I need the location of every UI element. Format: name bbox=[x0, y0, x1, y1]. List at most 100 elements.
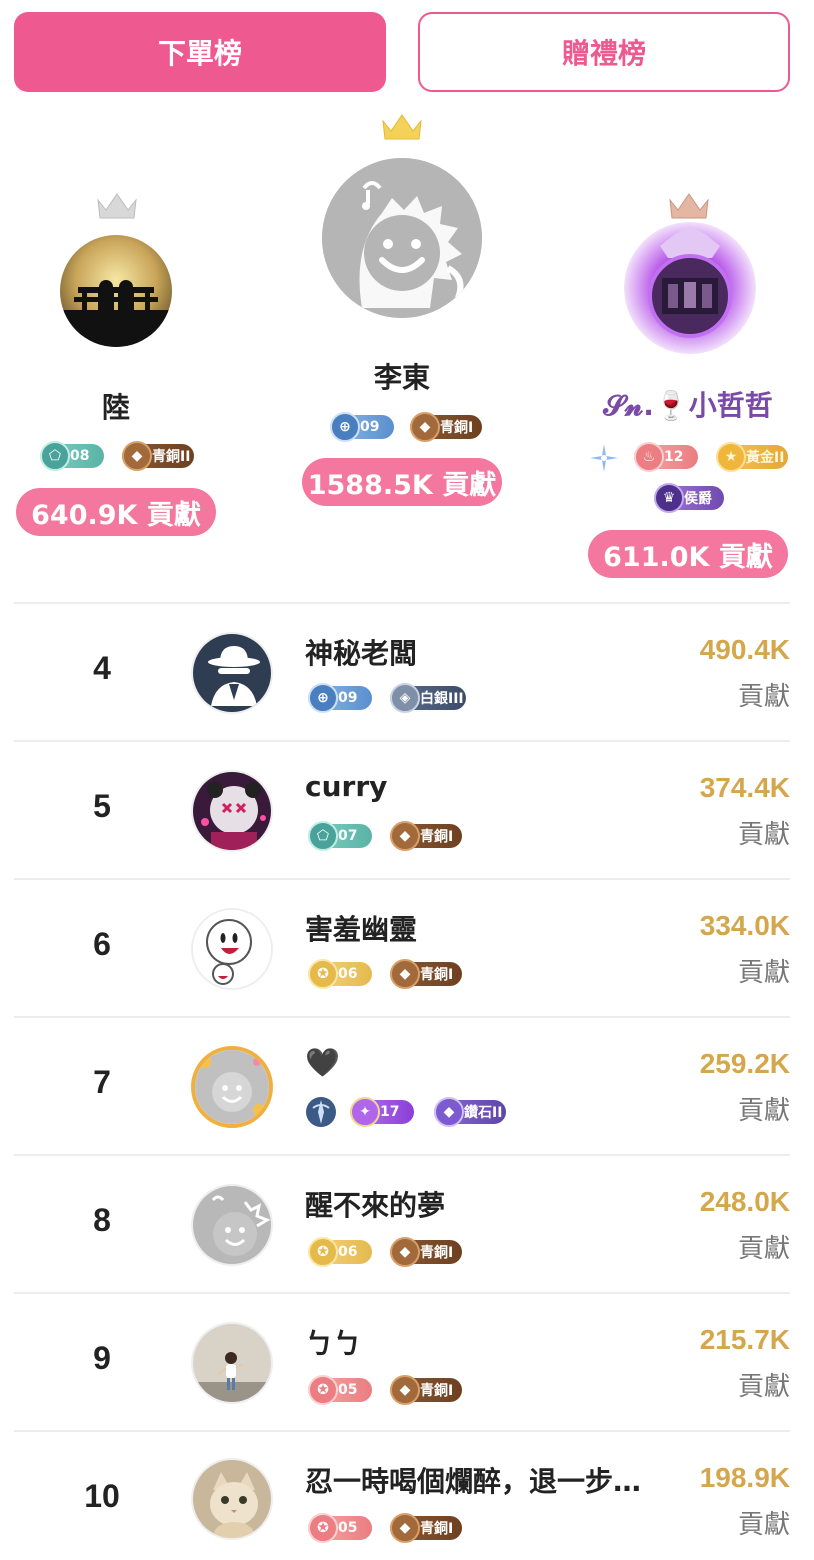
gold-crown-icon bbox=[382, 114, 422, 140]
rank-badge: ◈ 白銀III bbox=[390, 683, 466, 713]
compass-icon bbox=[306, 1097, 336, 1127]
globe-icon: ⊕ bbox=[330, 412, 360, 442]
avatar[interactable] bbox=[191, 1184, 273, 1266]
avatar[interactable] bbox=[191, 770, 273, 852]
user-name: 神秘老闆 bbox=[305, 637, 418, 670]
bronze-medal-icon: ◆ bbox=[390, 1375, 420, 1405]
level-badge: ⊕ 09 bbox=[330, 412, 394, 442]
rank-number: 10 bbox=[84, 1478, 120, 1514]
rank-number: 9 bbox=[93, 1340, 111, 1376]
rank-badge: ◆ 青銅I bbox=[390, 1513, 462, 1543]
bronze-medal-icon: ◆ bbox=[410, 412, 440, 442]
bronze-medal-icon: ◆ bbox=[390, 821, 420, 851]
contribution-unit: 貢獻 bbox=[737, 958, 790, 988]
bronze-medal-icon: ◆ bbox=[390, 959, 420, 989]
list-item[interactable]: 4 神秘老闆 ⊕ 09 ◈ 白銀III 490.4K 貢獻 bbox=[0, 604, 814, 742]
user-name: 醒不來的夢 bbox=[305, 1189, 446, 1222]
pentagon-icon: ⬠ bbox=[308, 821, 338, 851]
level-badge: ⬠ 08 bbox=[40, 441, 104, 471]
contribution-unit: 貢獻 bbox=[737, 1372, 790, 1402]
avatar[interactable] bbox=[620, 216, 760, 356]
rank-number: 8 bbox=[93, 1202, 111, 1238]
rank-number: 4 bbox=[93, 650, 111, 686]
level-badge: ✦ 17 bbox=[350, 1097, 414, 1127]
contribution-unit: 貢獻 bbox=[737, 1510, 790, 1540]
level-badge: ♨ 12 bbox=[634, 442, 698, 472]
avatar[interactable] bbox=[191, 908, 273, 990]
rank-badge: ◆ 鑽石II bbox=[434, 1097, 506, 1127]
avatar-with-frame[interactable] bbox=[191, 1046, 273, 1128]
user-name: 忍一時喝個爛醉，退一步… bbox=[305, 1465, 642, 1498]
avatar[interactable] bbox=[322, 158, 482, 318]
level-badge: ✪ 05 bbox=[308, 1375, 372, 1405]
list-item[interactable]: 6 害羞幽靈 ✪ 06 ◆ 青銅I 334.0K 貢獻 bbox=[0, 880, 814, 1018]
bronze-medal-icon: ◆ bbox=[390, 1237, 420, 1267]
avatar[interactable] bbox=[191, 1322, 273, 1404]
user-name: ㄅㄅ bbox=[305, 1327, 362, 1360]
silver-medal-icon: ◈ bbox=[390, 683, 420, 713]
contribution-score: 259.2K bbox=[699, 1048, 790, 1079]
avatar[interactable] bbox=[191, 1458, 273, 1540]
tab-order-board[interactable]: 下單榜 bbox=[14, 12, 386, 92]
list-item[interactable]: 7 🖤 ✦ 17 ◆ 鑽石II 259.2K 貢獻 bbox=[0, 1018, 814, 1156]
contribution-score: 215.7K bbox=[699, 1324, 790, 1355]
level-badge: ⊕ 09 bbox=[308, 683, 372, 713]
diamond-icon: ◆ bbox=[434, 1097, 464, 1127]
rank-badge: ◆ 青銅II bbox=[122, 441, 194, 471]
sparkle-icon bbox=[590, 444, 618, 472]
contribution-score: 334.0K bbox=[699, 910, 790, 941]
bronze-medal-icon: ◆ bbox=[390, 1513, 420, 1543]
contribution-unit: 貢獻 bbox=[737, 820, 790, 850]
level-badge: ⬠ 07 bbox=[308, 821, 372, 851]
contribution-score: 374.4K bbox=[699, 772, 790, 803]
purple-gem-icon: ✦ bbox=[350, 1097, 380, 1127]
coin-icon: ✪ bbox=[308, 1375, 338, 1405]
podium-name: 陸 bbox=[101, 391, 130, 424]
list-item[interactable]: 10 忍一時喝個爛醉，退一步… ✪ 05 ◆ 青銅I 198.9K 貢獻 bbox=[0, 1432, 814, 1560]
podium-name: 李東 bbox=[373, 361, 430, 394]
level-badge: ✪ 06 bbox=[308, 959, 372, 989]
rank-number: 5 bbox=[93, 788, 111, 824]
leaderboard-tabs: 下單榜 贈禮榜 bbox=[14, 12, 790, 92]
coin-icon: ✪ bbox=[308, 1513, 338, 1543]
contribution-unit: 貢獻 bbox=[737, 1096, 790, 1126]
gold-star-icon: ★ bbox=[716, 442, 746, 472]
contribution-unit: 貢獻 bbox=[737, 1234, 790, 1264]
bronze-medal-icon: ◆ bbox=[122, 441, 152, 471]
rank-badge: ◆ 青銅I bbox=[390, 959, 462, 989]
rank-badge: ★ 黃金II bbox=[716, 442, 788, 472]
noble-emblem-icon: ♛ bbox=[654, 483, 684, 513]
avatar[interactable] bbox=[60, 235, 172, 347]
contribution-score: 490.4K bbox=[699, 634, 790, 665]
user-name: curry bbox=[305, 770, 388, 803]
rank-number: 6 bbox=[93, 926, 111, 962]
rank-badge: ◆ 青銅I bbox=[390, 821, 462, 851]
rank-badge: ◆ 青銅I bbox=[410, 412, 482, 442]
noble-badge: ♛ 侯爵 bbox=[654, 483, 724, 513]
podium-name: 𝓢𝓷.🍷小哲哲 bbox=[603, 389, 773, 422]
rank-badge: ◆ 青銅I bbox=[390, 1237, 462, 1267]
globe-icon: ⊕ bbox=[308, 683, 338, 713]
pentagon-icon: ⬠ bbox=[40, 441, 70, 471]
contribution-score: 248.0K bbox=[699, 1186, 790, 1217]
rank-number: 7 bbox=[93, 1064, 111, 1100]
rank-badge: ◆ 青銅I bbox=[390, 1375, 462, 1405]
gold-coin-icon: ✪ bbox=[308, 1237, 338, 1267]
gold-coin-icon: ✪ bbox=[308, 959, 338, 989]
contribution-score: 198.9K bbox=[699, 1462, 790, 1493]
contribution-unit: 貢獻 bbox=[737, 682, 790, 712]
avatar[interactable] bbox=[191, 632, 273, 714]
list-item[interactable]: 9 ㄅㄅ ✪ 05 ◆ 青銅I 215.7K 貢獻 bbox=[0, 1294, 814, 1432]
cake-icon: ♨ bbox=[634, 442, 664, 472]
silver-crown-icon bbox=[97, 193, 137, 219]
contribution-pill: 611.0K 貢獻 bbox=[588, 530, 788, 578]
contribution-pill: 1588.5K 貢獻 bbox=[302, 458, 502, 506]
contribution-pill: 640.9K 貢獻 bbox=[16, 488, 216, 536]
level-badge: ✪ 05 bbox=[308, 1513, 372, 1543]
user-name: 🖤 bbox=[305, 1046, 340, 1079]
user-name: 害羞幽靈 bbox=[305, 913, 418, 946]
tab-gift-board[interactable]: 贈禮榜 bbox=[418, 12, 790, 92]
level-badge: ✪ 06 bbox=[308, 1237, 372, 1267]
list-item[interactable]: 5 curry ⬠ 07 ◆ 青銅I 374.4K 貢獻 bbox=[0, 742, 814, 880]
list-item[interactable]: 8 醒不來的夢 ✪ 06 ◆ 青銅I 248.0K 貢獻 bbox=[0, 1156, 814, 1294]
